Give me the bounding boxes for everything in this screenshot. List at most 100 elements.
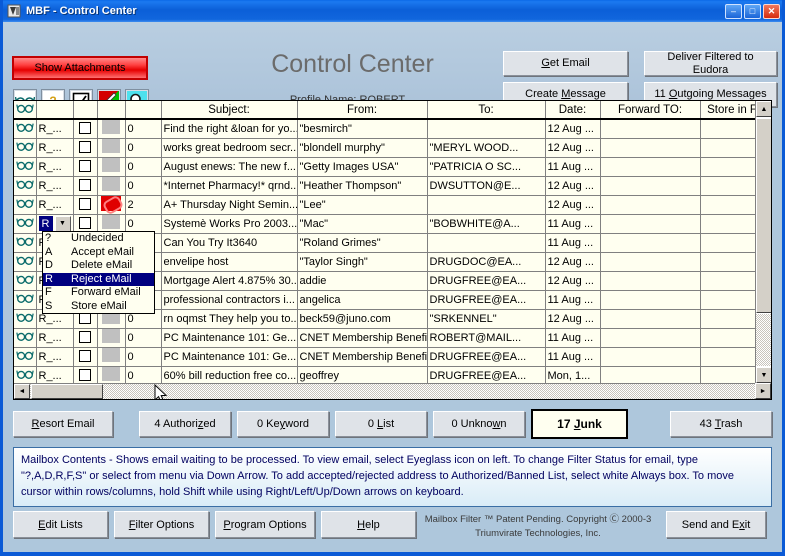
row-attachment-cell[interactable] (97, 119, 126, 139)
col-from[interactable]: From: (297, 101, 428, 120)
row-eyeglass-button[interactable] (14, 233, 37, 253)
col-date[interactable]: Date: (545, 101, 601, 120)
row-status[interactable]: R_... (36, 176, 74, 196)
row-from[interactable]: "Taylor Singh" (297, 252, 428, 272)
row-to[interactable]: DRUGFREE@EA... (427, 290, 546, 310)
row-subject[interactable]: Can You Try It3640 (161, 233, 298, 253)
col-always[interactable] (73, 101, 98, 120)
always-checkbox[interactable] (78, 368, 91, 381)
filter-options-button[interactable]: Filter Options (114, 511, 209, 538)
row-date[interactable]: 11 Aug ... (545, 328, 601, 348)
row-attachment-cell[interactable] (97, 176, 126, 196)
dropdown-item-delete-email[interactable]: D Delete eMail (43, 259, 154, 273)
row-forward-to[interactable] (600, 214, 701, 234)
horizontal-scroll-thumb[interactable] (31, 384, 103, 399)
vertical-scroll-track[interactable] (756, 314, 771, 366)
col-eyeglass[interactable] (14, 101, 37, 120)
row-from[interactable]: "Roland Grimes" (297, 233, 428, 253)
row-forward-to[interactable] (600, 176, 701, 196)
row-date[interactable]: 12 Aug ... (545, 271, 601, 291)
row-eyeglass-button[interactable] (14, 195, 37, 215)
junk-filter-button[interactable]: 17 Junk (531, 409, 628, 439)
row-forward-to[interactable] (600, 309, 701, 329)
resort-email-button[interactable]: Resort Email (13, 411, 113, 437)
row-from[interactable]: CNET Membership Benefi... (297, 347, 428, 367)
unknown-filter-button[interactable]: 0 Unknown (433, 411, 525, 437)
vertical-scroll-thumb[interactable] (756, 118, 771, 313)
row-to[interactable]: "BOBWHITE@A... (427, 214, 546, 234)
row-subject[interactable]: PC Maintenance 101: Ge... (161, 328, 298, 348)
col-attachment[interactable] (97, 101, 126, 120)
row-attachment-cell[interactable] (97, 328, 126, 348)
table-row[interactable]: R_... 0 PC Maintenance 101: Ge... CNET Memb… (14, 347, 771, 367)
row-to[interactable]: "PATRICIA O SC... (427, 157, 546, 177)
row-forward-to[interactable] (600, 233, 701, 253)
close-button[interactable]: ✕ (763, 3, 780, 19)
row-subject[interactable]: works great bedroom secr... (161, 138, 298, 158)
row-always-checkbox-cell[interactable] (73, 347, 98, 367)
row-forward-to[interactable] (600, 157, 701, 177)
row-always-checkbox-cell[interactable] (73, 138, 98, 158)
always-checkbox[interactable] (78, 178, 91, 191)
row-from[interactable]: "besmirch" (297, 119, 428, 139)
row-attachment-cell[interactable] (97, 157, 126, 177)
row-subject[interactable]: PC Maintenance 101: Ge... (161, 347, 298, 367)
row-eyeglass-button[interactable] (14, 290, 37, 310)
row-eyeglass-button[interactable] (14, 119, 37, 139)
row-forward-to[interactable] (600, 195, 701, 215)
table-row[interactable]: R_... 2 A+ Thursday Night Semin... "Lee" 12… (14, 195, 771, 215)
filter-status-dropdown[interactable]: ? Undecided A Accept eMail D Delete eMail R Rej… (42, 231, 155, 314)
row-always-checkbox-cell[interactable] (73, 119, 98, 139)
row-date[interactable]: 12 Aug ... (545, 119, 601, 139)
scroll-down-button[interactable]: ▼ (756, 367, 771, 383)
row-to[interactable] (427, 233, 546, 253)
row-subject[interactable]: professional contractors i... (161, 290, 298, 310)
row-to[interactable]: DRUGFREE@EA... (427, 271, 546, 291)
attachment-icon[interactable] (100, 195, 121, 211)
row-date[interactable]: 12 Aug ... (545, 138, 601, 158)
chevron-down-icon[interactable]: ▼ (54, 215, 71, 232)
row-forward-to[interactable] (600, 252, 701, 272)
row-from[interactable]: "blondell murphy" (297, 138, 428, 158)
row-eyeglass-button[interactable] (14, 328, 37, 348)
row-eyeglass-button[interactable] (14, 309, 37, 329)
row-date[interactable]: 12 Aug ... (545, 309, 601, 329)
keyword-filter-button[interactable]: 0 Keyword (237, 411, 329, 437)
row-to[interactable] (427, 195, 546, 215)
row-attachment-cell[interactable] (97, 347, 126, 367)
always-checkbox[interactable] (78, 197, 91, 210)
send-and-exit-button[interactable]: Send and Exit (666, 511, 766, 538)
row-date[interactable]: 11 Aug ... (545, 214, 601, 234)
row-status[interactable]: R_... (36, 157, 74, 177)
row-subject[interactable]: Systemè Works Pro 2003... (161, 214, 298, 234)
row-date[interactable]: 12 Aug ... (545, 176, 601, 196)
row-to[interactable] (427, 119, 546, 139)
table-row[interactable]: R_... 0 *Internet Pharmacy!* qrnd... "Heath… (14, 176, 771, 196)
row-subject[interactable]: Find the right &loan for yo... (161, 119, 298, 139)
row-from[interactable]: CNET Membership Benefi... (297, 328, 428, 348)
row-subject[interactable]: A+ Thursday Night Semin... (161, 195, 298, 215)
row-from[interactable]: "Mac" (297, 214, 428, 234)
list-filter-button[interactable]: 0 List (335, 411, 427, 437)
row-from[interactable]: "Heather Thompson" (297, 176, 428, 196)
row-forward-to[interactable] (600, 328, 701, 348)
col-to[interactable]: To: (427, 101, 546, 120)
always-checkbox[interactable] (78, 159, 91, 172)
row-to[interactable]: "MERYL WOOD... (427, 138, 546, 158)
row-eyeglass-button[interactable] (14, 138, 37, 158)
table-row[interactable]: R_... 0 PC Maintenance 101: Ge... CNET Memb… (14, 328, 771, 348)
row-attachment-cell[interactable] (97, 138, 126, 158)
row-status[interactable]: R_... (36, 347, 74, 367)
row-subject[interactable]: August enews: The new f... (161, 157, 298, 177)
row-eyeglass-button[interactable] (14, 214, 37, 234)
col-subject[interactable]: Subject: (161, 101, 298, 120)
row-to[interactable]: "SRKENNEL" (427, 309, 546, 329)
scroll-left-button[interactable]: ◄ (14, 384, 30, 399)
row-date[interactable]: 12 Aug ... (545, 195, 601, 215)
row-forward-to[interactable] (600, 290, 701, 310)
row-forward-to[interactable] (600, 138, 701, 158)
row-status[interactable]: R_... (36, 138, 74, 158)
row-eyeglass-button[interactable] (14, 271, 37, 291)
authorized-filter-button[interactable]: 4 Authorized (139, 411, 231, 437)
always-checkbox[interactable] (78, 140, 91, 153)
